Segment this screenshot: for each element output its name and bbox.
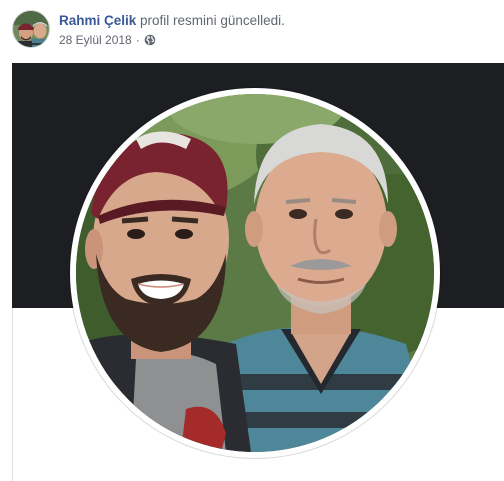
author-avatar[interactable] (12, 10, 50, 48)
post-meta: Rahmi Çelik profil resmini güncelledi. 2… (59, 12, 285, 48)
meta-separator: · (135, 33, 140, 47)
post-header: Rahmi Çelik profil resmini güncelledi. 2… (12, 10, 285, 52)
globe-icon[interactable] (144, 34, 156, 46)
post-action-text: profil resmini güncelledi. (140, 13, 285, 28)
avatar-image (13, 11, 49, 47)
post-timestamp-row: 28 Eylül 2018 · (59, 32, 285, 48)
feed-post: Rahmi Çelik profil resmini güncelledi. 2… (0, 0, 504, 481)
post-date-link[interactable]: 28 Eylül 2018 (59, 32, 132, 48)
author-name-link[interactable]: Rahmi Çelik (59, 13, 136, 28)
post-headline: Rahmi Çelik profil resmini güncelledi. (59, 12, 285, 30)
profile-picture[interactable] (76, 94, 434, 452)
profile-picture-image (76, 94, 434, 452)
